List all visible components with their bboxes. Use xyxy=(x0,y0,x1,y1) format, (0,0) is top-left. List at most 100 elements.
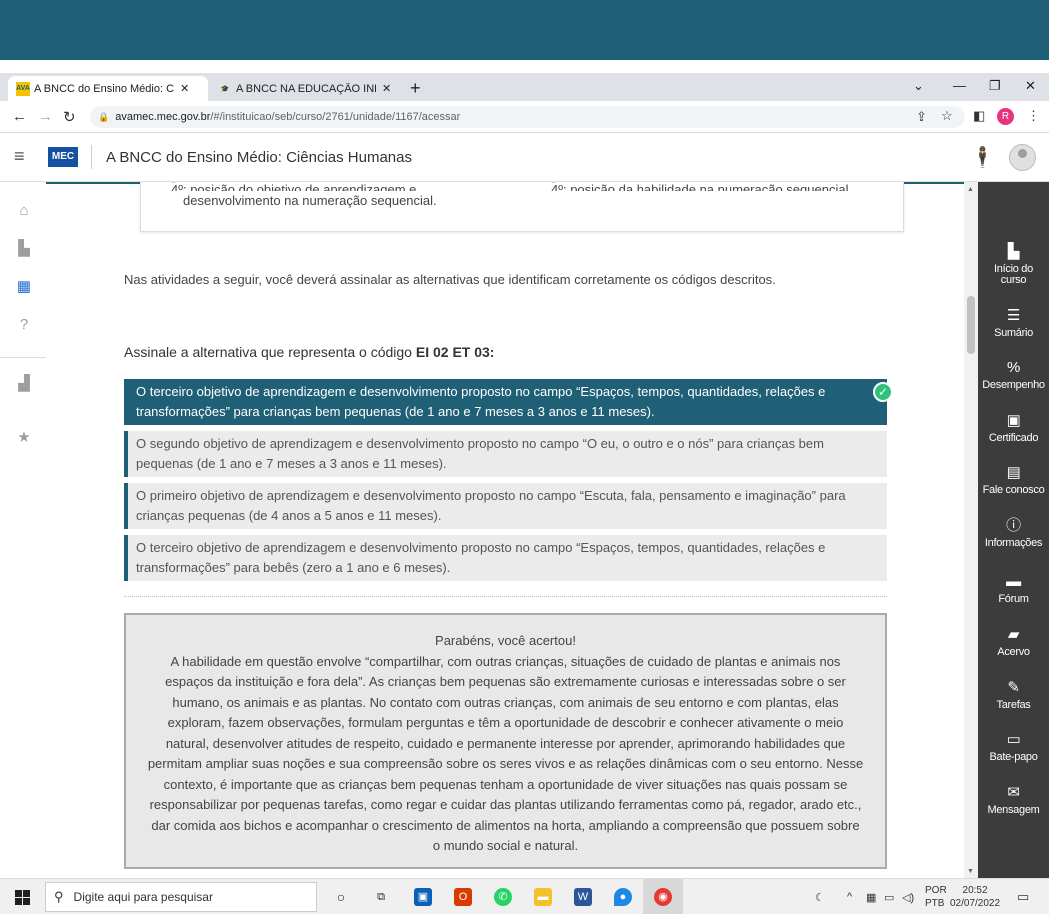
new-tab-icon[interactable]: + xyxy=(410,78,421,99)
weather-icon[interactable]: ☾ xyxy=(815,891,825,904)
nav-label: Bate-papo xyxy=(989,751,1038,763)
url-host: avamec.mec.gov.br xyxy=(115,111,211,123)
home-icon[interactable]: ⌂ xyxy=(15,202,33,219)
tab-title: A BNCC NA EDUCAÇÃO INFANTI xyxy=(236,82,376,95)
mec-logo[interactable]: MEC xyxy=(48,147,78,167)
browser-menu-icon[interactable]: ⋮ xyxy=(1027,108,1040,124)
feedback-body: A habilidade em questão envolve “compart… xyxy=(147,653,864,854)
certificate-icon: ▣ xyxy=(1006,412,1021,429)
nav-desempenho[interactable]: % Desempenho xyxy=(978,360,1049,391)
user-avatar[interactable] xyxy=(1009,144,1036,171)
chrome-icon[interactable]: ◉ xyxy=(654,888,672,906)
scroll-down-arrow-icon[interactable]: ▼ xyxy=(967,868,974,875)
word-icon[interactable]: W xyxy=(574,888,592,906)
office-icon[interactable]: O xyxy=(454,888,472,906)
taskbar-search-input[interactable]: ⚲ Digite aqui para pesquisar xyxy=(45,882,317,912)
clock-time: 20:52 xyxy=(962,885,988,896)
network-icon[interactable]: ▦ xyxy=(866,891,876,904)
info-icon: ⓘ xyxy=(1006,517,1021,534)
tray-chevron-icon[interactable]: ^ xyxy=(847,891,852,903)
tasks-icon: ✎ xyxy=(1007,679,1020,696)
reload-icon[interactable]: ↻ xyxy=(63,108,76,126)
keyboard-language[interactable]: POR PTB xyxy=(925,884,947,910)
share-icon[interactable]: ⇪ xyxy=(916,109,927,125)
content-panel: • 4º: posição do objetivo de aprendizage… xyxy=(46,182,964,878)
tab-search-chevron-icon[interactable]: ⌄ xyxy=(913,78,924,94)
volume-icon[interactable]: ◁) xyxy=(902,891,914,904)
scroll-up-arrow-icon[interactable]: ▲ xyxy=(967,186,974,193)
whatsapp-icon[interactable]: ✆ xyxy=(494,888,512,906)
hamburger-menu-icon[interactable]: ≡ xyxy=(14,146,25,167)
nav-label: Fale conosco xyxy=(982,484,1045,496)
instruction-text: Nas atividades a seguir, você deverá ass… xyxy=(124,272,776,287)
search-icon: ⚲ xyxy=(54,889,64,904)
nav-sumario[interactable]: ☰ Sumário xyxy=(978,308,1049,339)
legend-left: • 4º: posição do objetivo de aprendizage… xyxy=(171,182,501,211)
main-content: • 4º: posição do objetivo de aprendizage… xyxy=(46,182,964,878)
address-toolbar: ← → ↻ 🔒 avamec.mec.gov.br/#/instituicao/… xyxy=(0,101,1049,133)
nav-acervo[interactable]: ▰ Acervo xyxy=(978,627,1049,658)
option-text: O segundo objetivo de aprendizagem e des… xyxy=(136,436,824,471)
close-window-icon[interactable]: ✕ xyxy=(1025,78,1036,94)
clock-date: 02/07/2022 xyxy=(950,898,1001,909)
nav-bate-papo[interactable]: ▭ Bate-papo xyxy=(978,732,1049,763)
feedback-box: Parabéns, você acertou! A habilidade em … xyxy=(124,613,887,869)
side-panel-icon[interactable]: ◧ xyxy=(973,108,985,124)
windows-taskbar: ⚲ Digite aqui para pesquisar ○ ⧉ ▣ O ✆ ▬… xyxy=(0,878,1049,914)
back-arrow-icon[interactable]: ← xyxy=(12,108,27,125)
nav-inicio-do-curso[interactable]: ▙ Início do curso xyxy=(978,244,1049,286)
tab-bncc-educacao-infantil[interactable]: 🎓 A BNCC NA EDUCAÇÃO INFANTI ✕ xyxy=(210,76,402,101)
windows-start-icon[interactable] xyxy=(15,890,30,905)
help-icon[interactable]: ? xyxy=(15,316,33,333)
nav-label: Certificado xyxy=(988,432,1039,444)
legend-right: • 4º: posição da habilidade na numeração… xyxy=(551,182,901,191)
bookmark-star-icon[interactable]: ☆ xyxy=(941,108,953,124)
favorites-star-icon[interactable]: ★ xyxy=(15,428,33,446)
nav-tarefas[interactable]: ✎ Tarefas xyxy=(978,680,1049,711)
minimize-icon[interactable]: — xyxy=(953,78,966,93)
task-view-icon[interactable]: ⧉ xyxy=(372,888,390,906)
close-tab-icon[interactable]: ✕ xyxy=(180,82,189,95)
drop-app-icon[interactable]: ● xyxy=(614,888,632,906)
nav-certificado[interactable]: ▣ Certificado xyxy=(978,413,1049,444)
contact-card-icon: ▤ xyxy=(1006,464,1021,481)
cortana-icon[interactable]: ○ xyxy=(332,888,350,906)
app-header: ≡ MEC A BNCC do Ensino Médio: Ciências H… xyxy=(0,134,1049,182)
forward-arrow-icon[interactable]: → xyxy=(38,108,53,125)
file-explorer-icon[interactable]: ▬ xyxy=(534,888,552,906)
nav-informacoes[interactable]: ⓘ Informações xyxy=(978,518,1049,549)
search-placeholder: Digite aqui para pesquisar xyxy=(73,890,213,904)
tab-title: A BNCC do Ensino Médio: Ciênci xyxy=(34,82,174,95)
dashboard-icon[interactable]: ▦ xyxy=(15,277,33,295)
answer-option-3[interactable]: O primeiro objetivo de aprendizagem e de… xyxy=(124,483,887,529)
code-legend-box: • 4º: posição do objetivo de aprendizage… xyxy=(140,182,904,232)
url-input[interactable]: 🔒 avamec.mec.gov.br/#/instituicao/seb/cu… xyxy=(90,106,965,128)
answer-option-1[interactable]: O terceiro objetivo de aprendizagem e de… xyxy=(124,379,893,425)
content-scrollbar[interactable]: ▲ ▼ xyxy=(964,182,978,878)
option-text: O terceiro objetivo de aprendizagem e de… xyxy=(136,540,826,575)
list-icon: ☰ xyxy=(1006,307,1021,324)
answer-option-2[interactable]: O segundo objetivo de aprendizagem e des… xyxy=(124,431,887,477)
avamec-favicon-icon: AVA xyxy=(16,81,30,96)
nav-mensagem[interactable]: ✉ Mensagem xyxy=(978,785,1049,816)
scroll-thumb[interactable] xyxy=(967,296,975,354)
institution-icon[interactable]: ▙ xyxy=(15,239,33,257)
legend-left-top: 4º: posição do objetivo de aprendizagem … xyxy=(171,182,417,191)
url-path: /#/instituicao/seb/curso/2761/unidade/11… xyxy=(210,111,461,123)
legend-right-cut: • 4º: posição da habilidade na numeração… xyxy=(551,182,901,191)
nav-forum[interactable]: ▬ Fórum xyxy=(978,574,1049,605)
store-icon[interactable]: ▣ xyxy=(414,888,432,906)
accessibility-icon[interactable]: 🕴 xyxy=(970,145,995,170)
nav-fale-conosco[interactable]: ▤ Fale conosco xyxy=(978,465,1049,496)
display-icon[interactable]: ▭ xyxy=(884,891,894,904)
tab-bncc-ensino-medio[interactable]: AVA A BNCC do Ensino Médio: Ciênci ✕ xyxy=(8,76,208,101)
lang-code: POR xyxy=(925,885,947,896)
lock-icon: 🔒 xyxy=(98,111,110,122)
answer-option-4[interactable]: O terceiro objetivo de aprendizagem e de… xyxy=(124,535,887,581)
stats-icon[interactable]: ▟ xyxy=(15,374,33,392)
restore-icon[interactable]: ❐ xyxy=(989,78,1001,94)
close-tab-icon[interactable]: ✕ xyxy=(382,82,391,95)
system-clock[interactable]: 20:52 02/07/2022 xyxy=(950,884,1000,910)
notification-icon[interactable]: ▭ xyxy=(1017,889,1029,905)
profile-avatar[interactable]: R xyxy=(997,108,1014,125)
